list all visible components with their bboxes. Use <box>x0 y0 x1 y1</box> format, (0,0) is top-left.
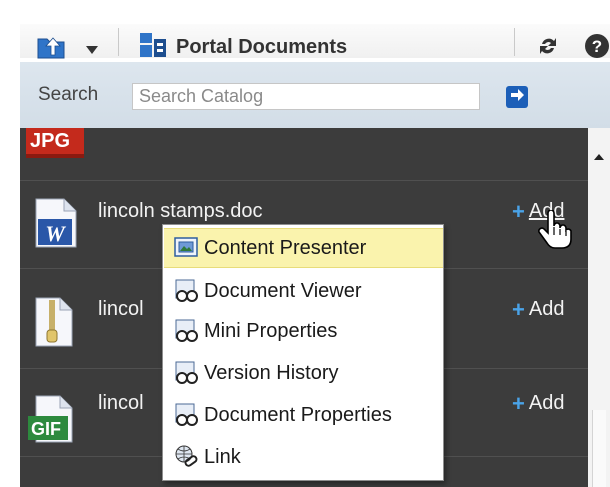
menu-item-document-viewer[interactable]: Document Viewer <box>164 271 443 311</box>
upload-button[interactable] <box>36 33 66 64</box>
search-input[interactable] <box>132 83 480 110</box>
document-viewer-icon <box>174 279 204 303</box>
scrollbar-thumb[interactable] <box>592 410 606 487</box>
scroll-up-arrow-icon[interactable] <box>588 140 610 170</box>
search-go-button[interactable] <box>506 86 528 108</box>
file-name[interactable]: lincoln stamps.doc <box>98 200 263 223</box>
menu-item-label: Version History <box>204 361 339 384</box>
menu-item-label: Mini Properties <box>204 319 338 342</box>
menu-item-label: Link <box>204 445 241 468</box>
mini-properties-icon <box>174 319 204 343</box>
upload-dropdown-button[interactable] <box>86 41 98 59</box>
search-bar: Search <box>20 62 610 128</box>
refresh-icon <box>536 34 560 63</box>
menu-item-link[interactable]: Link <box>164 437 443 477</box>
word-document-icon: W <box>34 197 78 254</box>
menu-item-content-presenter[interactable]: Content Presenter <box>164 228 443 268</box>
hand-cursor-icon <box>538 209 572 255</box>
plus-icon: + <box>512 390 525 416</box>
menu-item-label: Content Presenter <box>204 236 367 259</box>
menu-item-label: Document Viewer <box>204 279 362 302</box>
list-item[interactable]: JPG <box>26 128 86 165</box>
toolbar: Portal Documents ? <box>0 14 610 62</box>
svg-text:W: W <box>45 221 66 246</box>
file-badge: GIF <box>31 419 61 439</box>
upload-icon <box>36 33 66 64</box>
toolbar-separator <box>514 28 515 56</box>
file-badge: JPG <box>30 130 71 152</box>
file-name[interactable]: lincol <box>98 392 144 415</box>
jpg-file-icon: JPG <box>26 128 86 165</box>
arrow-right-icon <box>510 88 524 107</box>
add-button[interactable]: + Add <box>512 298 564 321</box>
document-properties-icon <box>174 403 204 427</box>
row-divider <box>20 180 588 181</box>
plus-icon: + <box>512 296 525 322</box>
svg-text:?: ? <box>592 37 602 56</box>
refresh-button[interactable] <box>536 34 560 63</box>
menu-item-document-properties[interactable]: Document Properties <box>164 395 443 435</box>
content-presenter-icon <box>174 237 204 259</box>
add-label: Add <box>528 392 565 414</box>
add-context-menu: Content Presenter Document Viewer Mini P… <box>162 224 444 481</box>
add-button[interactable]: + Add <box>512 392 564 415</box>
gif-file-icon: GIF <box>28 394 78 449</box>
search-label: Search <box>38 84 99 105</box>
link-icon <box>174 444 204 470</box>
file-name[interactable]: lincol <box>98 298 144 321</box>
portal-documents-button[interactable]: Portal Documents <box>138 31 347 64</box>
portal-documents-icon <box>138 31 168 64</box>
toolbar-title: Portal Documents <box>176 36 348 58</box>
zip-file-icon <box>34 296 74 353</box>
menu-item-version-history[interactable]: Version History <box>164 353 443 393</box>
help-button[interactable]: ? <box>584 33 610 64</box>
help-icon: ? <box>584 33 610 64</box>
menu-item-mini-properties[interactable]: Mini Properties <box>164 311 443 351</box>
version-history-icon <box>174 361 204 385</box>
dropdown-arrow-icon <box>86 41 98 59</box>
toolbar-separator <box>118 28 119 56</box>
plus-icon: + <box>512 198 525 224</box>
menu-item-label: Document Properties <box>204 403 392 426</box>
add-label: Add <box>528 298 565 320</box>
